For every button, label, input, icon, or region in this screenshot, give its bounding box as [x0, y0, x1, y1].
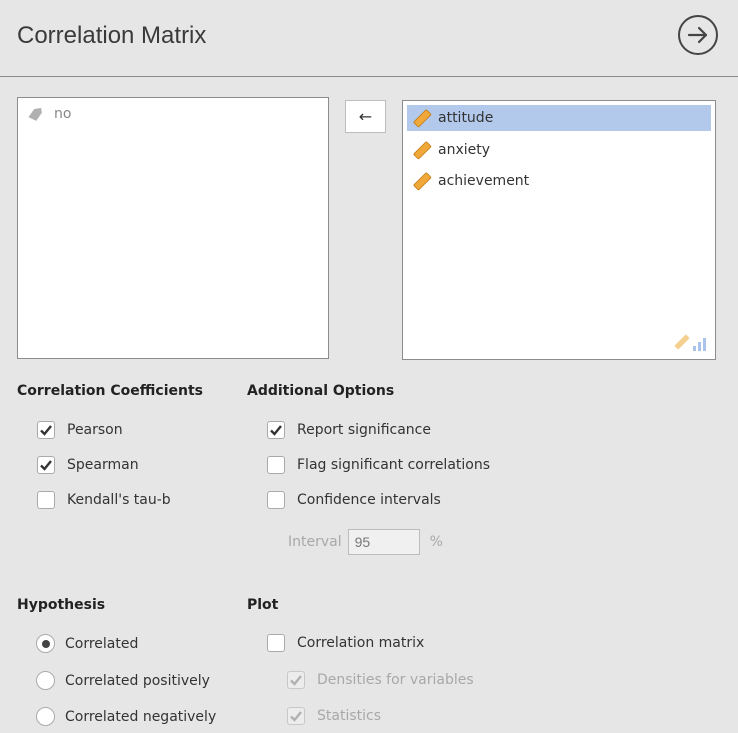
correlated-label: Correlated	[65, 635, 139, 652]
radio-selected-dot	[41, 639, 50, 648]
ruler-icon	[413, 109, 432, 128]
confidence-intervals-checkbox[interactable]	[267, 491, 285, 509]
move-variable-button[interactable]: ←	[345, 100, 386, 133]
ruler-icon	[413, 172, 432, 191]
spearman-label: Spearman	[67, 457, 139, 473]
correlated-option[interactable]: Correlated	[36, 634, 138, 653]
bar-chart-icon	[693, 338, 706, 351]
interval-unit: %	[429, 534, 443, 550]
allowed-types-indicator	[673, 333, 707, 351]
densities-option[interactable]: Densities for variables	[287, 671, 474, 689]
checkmark-icon	[290, 675, 302, 686]
correlated-positively-radio[interactable]	[36, 671, 55, 690]
variable-item-anxiety[interactable]: anxiety	[407, 137, 711, 163]
arrow-right-icon	[687, 26, 708, 44]
flag-significant-option[interactable]: Flag significant correlations	[267, 456, 490, 474]
variable-item-no[interactable]: no	[26, 106, 71, 122]
correlated-negatively-label: Correlated negatively	[65, 708, 217, 725]
interval-input[interactable]	[347, 529, 420, 555]
checkmark-icon	[40, 425, 52, 436]
kendall-option[interactable]: Kendall's tau-b	[37, 491, 171, 509]
variable-item-attitude[interactable]: attitude	[407, 105, 711, 131]
correlated-negatively-option[interactable]: Correlated negatively	[36, 707, 216, 726]
densities-checkbox[interactable]	[287, 671, 305, 689]
run-arrow-button[interactable]	[678, 15, 718, 55]
page-title: Correlation Matrix	[17, 22, 207, 49]
hypothesis-heading: Hypothesis	[17, 597, 106, 613]
ruler-icon	[413, 141, 432, 160]
statistics-checkbox[interactable]	[287, 707, 305, 725]
pearson-option[interactable]: Pearson	[37, 421, 123, 439]
kendall-checkbox[interactable]	[37, 491, 55, 509]
correlation-matrix-plot-option[interactable]: Correlation matrix	[267, 634, 424, 652]
report-significance-option[interactable]: Report significance	[267, 421, 431, 439]
flag-significant-checkbox[interactable]	[267, 456, 285, 474]
interval-row: Interval %	[288, 529, 443, 555]
variable-label: attitude	[438, 110, 494, 126]
interval-label: Interval	[288, 534, 342, 550]
pearson-label: Pearson	[67, 422, 123, 438]
checkmark-icon	[290, 711, 302, 722]
correlation-coefficients-heading: Correlation Coefficients	[17, 383, 203, 399]
variable-label: anxiety	[438, 142, 491, 158]
ruler-icon	[674, 334, 690, 350]
plot-heading: Plot	[247, 597, 279, 613]
kendall-label: Kendall's tau-b	[67, 492, 171, 508]
flag-significant-label: Flag significant correlations	[297, 457, 491, 473]
correlated-radio[interactable]	[36, 634, 55, 653]
statistics-option[interactable]: Statistics	[287, 707, 381, 725]
spearman-option[interactable]: Spearman	[37, 456, 139, 474]
report-significance-label: Report significance	[297, 422, 431, 438]
variable-label: achievement	[438, 173, 530, 189]
header-divider	[0, 76, 738, 77]
header: Correlation Matrix	[0, 0, 738, 77]
selected-variables-list[interactable]: attitude anxiety achievement	[402, 100, 716, 360]
checkmark-icon	[40, 460, 52, 471]
correlated-positively-label: Correlated positively	[65, 672, 210, 689]
densities-label: Densities for variables	[317, 672, 474, 688]
variable-item-achievement[interactable]: achievement	[407, 168, 711, 194]
report-significance-checkbox[interactable]	[267, 421, 285, 439]
correlation-matrix-checkbox[interactable]	[267, 634, 285, 652]
variable-label: no	[54, 106, 72, 122]
spearman-checkbox[interactable]	[37, 456, 55, 474]
statistics-label: Statistics	[317, 708, 381, 724]
nominal-tag-icon	[28, 107, 42, 121]
correlated-positively-option[interactable]: Correlated positively	[36, 671, 210, 690]
confidence-intervals-label: Confidence intervals	[297, 492, 441, 508]
pearson-checkbox[interactable]	[37, 421, 55, 439]
checkmark-icon	[270, 425, 282, 436]
correlated-negatively-radio[interactable]	[36, 707, 55, 726]
correlation-matrix-label: Correlation matrix	[297, 635, 425, 651]
additional-options-heading: Additional Options	[247, 383, 395, 399]
confidence-intervals-option[interactable]: Confidence intervals	[267, 491, 441, 509]
available-variables-list[interactable]: no	[17, 97, 329, 359]
